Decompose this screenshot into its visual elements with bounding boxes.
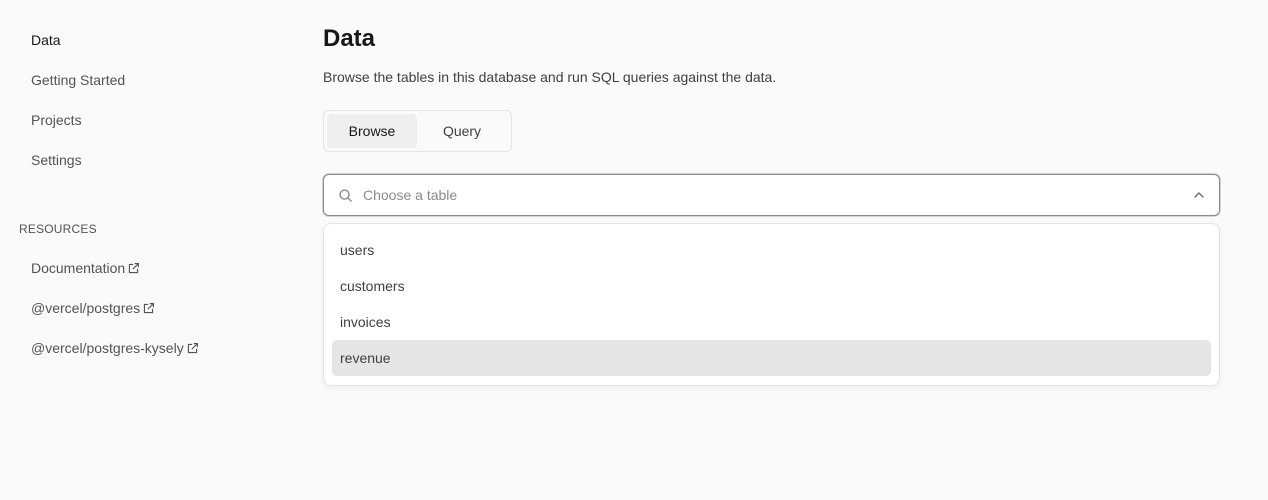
search-icon [339, 189, 352, 202]
table-option-revenue[interactable]: revenue [332, 340, 1211, 376]
main-content: Data Browse the tables in this database … [323, 0, 1268, 500]
external-link-icon [187, 342, 198, 353]
view-tabs: Browse Query [323, 110, 512, 152]
table-option-users[interactable]: users [332, 232, 1211, 268]
page-title: Data [323, 25, 376, 52]
sidebar: Data Getting Started Projects Settings R… [0, 0, 300, 500]
sidebar-item-projects[interactable]: Projects [31, 111, 82, 129]
chevron-up-icon[interactable] [1193, 190, 1205, 200]
tab-query[interactable]: Query [417, 114, 507, 148]
resource-link-vercel-postgres-kysely[interactable]: @vercel/postgres-kysely [31, 339, 199, 357]
external-link-icon [144, 302, 155, 313]
page-description: Browse the tables in this database and r… [323, 69, 777, 85]
sidebar-item-getting-started[interactable]: Getting Started [31, 71, 125, 89]
table-option-invoices[interactable]: invoices [332, 304, 1211, 340]
resource-link-label: Documentation [31, 260, 126, 276]
external-link-icon [129, 262, 140, 273]
table-search-input[interactable] [363, 185, 1163, 205]
resource-link-documentation[interactable]: Documentation [31, 259, 140, 277]
tab-browse[interactable]: Browse [327, 114, 417, 148]
resource-link-vercel-postgres[interactable]: @vercel/postgres [31, 299, 155, 317]
resource-link-label: @vercel/postgres-kysely [31, 340, 184, 356]
table-options-list: users customers invoices revenue [323, 223, 1220, 386]
table-combobox[interactable] [323, 174, 1220, 216]
sidebar-item-data[interactable]: Data [31, 31, 61, 49]
resource-link-label: @vercel/postgres [31, 300, 141, 316]
sidebar-item-settings[interactable]: Settings [31, 151, 82, 169]
table-option-customers[interactable]: customers [332, 268, 1211, 304]
resources-section-title: RESOURCES [19, 222, 97, 236]
